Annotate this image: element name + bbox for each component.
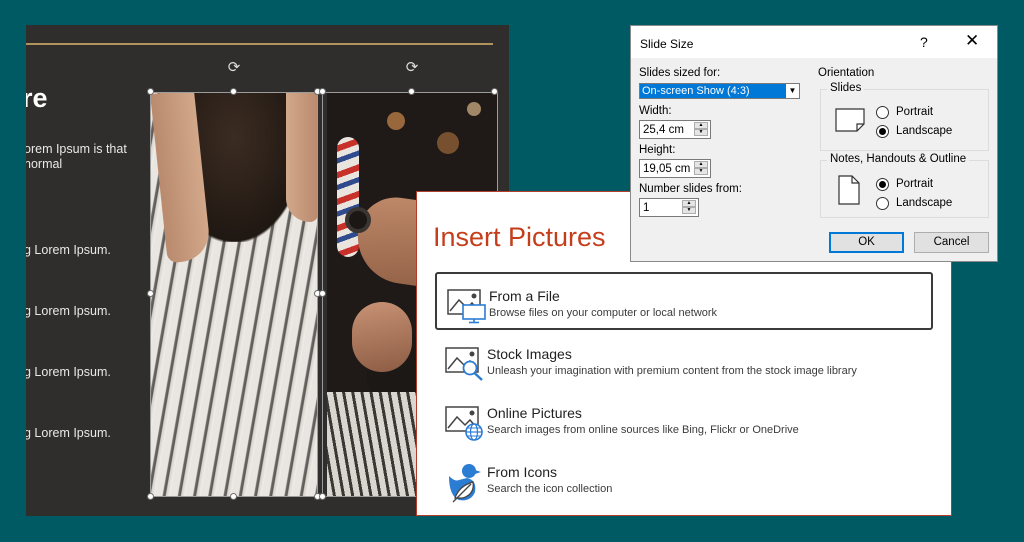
online-pictures-label: Online Pictures <box>487 405 582 421</box>
decrement-icon[interactable]: ▼ <box>694 168 708 175</box>
slides-orientation-group: Slides Portrait Landscape <box>820 82 989 151</box>
number-from-label: Number slides from: <box>639 183 742 195</box>
height-stepper[interactable]: 19,05 cm ▲ ▼ <box>639 159 711 178</box>
resize-handle[interactable] <box>230 88 237 95</box>
from-a-file-option[interactable]: From a File Browse files on your compute… <box>435 272 933 330</box>
picture-globe-icon <box>445 403 485 441</box>
from-icons-label: From Icons <box>487 464 558 480</box>
insert-pictures-heading: Insert Pictures <box>433 222 606 252</box>
slide-bullet[interactable]: g Lorem Ipsum. <box>26 304 111 318</box>
chevron-down-icon[interactable]: ▼ <box>786 84 799 98</box>
rotate-handle-icon[interactable]: ⟳ <box>405 60 419 75</box>
resize-handle[interactable] <box>491 88 498 95</box>
resize-handle[interactable] <box>408 88 415 95</box>
ok-button[interactable]: OK <box>829 232 904 253</box>
slide-divider-line <box>26 43 493 45</box>
help-button[interactable]: ? <box>920 34 928 50</box>
notes-landscape-radio[interactable] <box>876 197 889 210</box>
slide-title[interactable]: re <box>26 83 48 114</box>
slides-group-label: Slides <box>827 82 865 94</box>
resize-handle[interactable] <box>319 290 326 297</box>
slide-bullet[interactable]: g Lorem Ipsum. <box>26 426 111 440</box>
stock-images-label: Stock Images <box>487 346 572 362</box>
from-icons-desc: Search the icon collection <box>487 483 613 495</box>
resize-handle[interactable] <box>147 290 154 297</box>
increment-icon[interactable]: ▲ <box>694 122 708 129</box>
resize-handle[interactable] <box>230 493 237 500</box>
number-from-value[interactable]: 1 <box>643 202 649 214</box>
notes-group-label: Notes, Handouts & Outline <box>827 153 970 165</box>
slide-bullet[interactable]: g Lorem Ipsum. <box>26 243 111 257</box>
notes-orientation-group: Notes, Handouts & Outline Portrait Lands… <box>820 153 989 218</box>
decrement-icon[interactable]: ▼ <box>682 207 696 214</box>
width-stepper[interactable]: 25,4 cm ▲ ▼ <box>639 120 711 139</box>
orientation-label: Orientation <box>818 67 875 79</box>
from-a-file-label: From a File <box>489 288 560 304</box>
width-label: Width: <box>639 105 672 117</box>
height-label: Height: <box>639 144 676 156</box>
online-pictures-desc: Search images from online sources like B… <box>487 424 799 436</box>
width-value[interactable]: 25,4 cm <box>643 124 684 136</box>
slide-size-dialog: Slide Size ? ✕ Slides sized for: On-scre… <box>630 25 998 262</box>
slides-landscape-radio[interactable] <box>876 125 889 138</box>
from-icons-option[interactable]: From Icons Search the icon collection <box>435 450 933 508</box>
dialog-title: Slide Size <box>640 37 694 51</box>
notes-portrait-label[interactable]: Portrait <box>896 178 933 190</box>
from-a-file-desc: Browse files on your computer or local n… <box>489 307 718 319</box>
slides-portrait-radio[interactable] <box>876 106 889 119</box>
stock-images-desc: Unleash your imagination with premium co… <box>487 365 857 377</box>
slide-paragraph[interactable]: orem Ipsum is that normal <box>26 142 144 172</box>
slides-portrait-label[interactable]: Portrait <box>896 106 933 118</box>
landscape-page-icon <box>835 108 865 132</box>
resize-handle[interactable] <box>319 493 326 500</box>
selection-frame <box>150 92 318 497</box>
portrait-page-icon <box>838 175 860 205</box>
notes-landscape-label[interactable]: Landscape <box>896 197 952 209</box>
bird-leaf-icon <box>445 462 485 503</box>
stock-images-option[interactable]: Stock Images Unleash your imagination wi… <box>435 332 933 390</box>
slides-landscape-label[interactable]: Landscape <box>896 125 952 137</box>
increment-icon[interactable]: ▲ <box>682 200 696 207</box>
increment-icon[interactable]: ▲ <box>694 161 708 168</box>
sized-for-dropdown[interactable]: On-screen Show (4:3) ▼ <box>639 83 800 99</box>
online-pictures-option[interactable]: Online Pictures Search images from onlin… <box>435 391 933 449</box>
picture-computer-icon <box>447 286 487 324</box>
sized-for-value: On-screen Show (4:3) <box>642 85 750 97</box>
rotate-handle-icon[interactable]: ⟳ <box>227 60 241 75</box>
resize-handle[interactable] <box>147 493 154 500</box>
sized-for-label: Slides sized for: <box>639 67 721 79</box>
picture-search-icon <box>445 344 485 382</box>
height-value[interactable]: 19,05 cm <box>643 163 690 175</box>
resize-handle[interactable] <box>319 88 326 95</box>
number-from-stepper[interactable]: 1 ▲ ▼ <box>639 198 699 217</box>
cancel-button[interactable]: Cancel <box>914 232 989 253</box>
resize-handle[interactable] <box>147 88 154 95</box>
dialog-title-bar[interactable]: Slide Size ? ✕ <box>631 26 997 58</box>
decrement-icon[interactable]: ▼ <box>694 129 708 136</box>
close-icon[interactable]: ✕ <box>965 31 979 51</box>
notes-portrait-radio[interactable] <box>876 178 889 191</box>
slide-bullet[interactable]: g Lorem Ipsum. <box>26 365 111 379</box>
